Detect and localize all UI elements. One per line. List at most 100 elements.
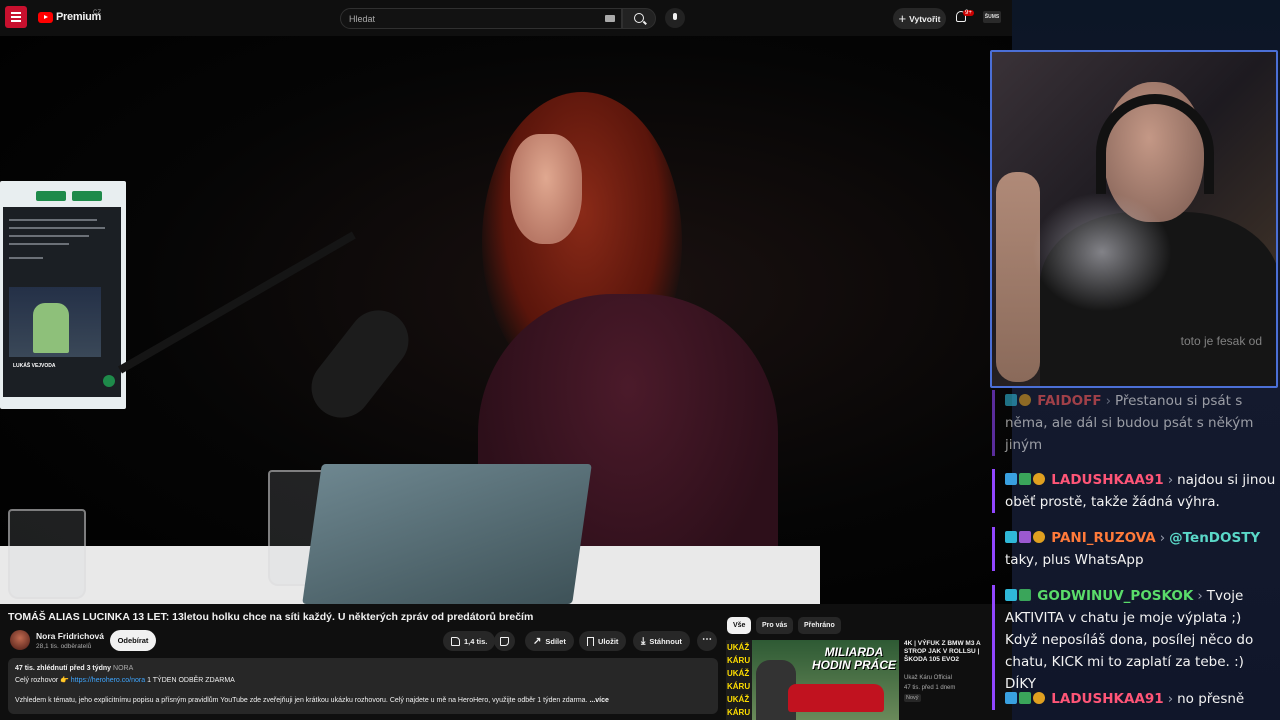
- search-button[interactable]: [622, 8, 656, 29]
- description-text: Celý rozhovor 👉: [15, 677, 71, 684]
- subscriber-count: 28,1 tis. odběratelů: [36, 643, 92, 650]
- channel-name[interactable]: Nora Fridrichová: [36, 631, 104, 641]
- create-label: Vytvořit: [909, 13, 941, 24]
- chip-all[interactable]: Vše: [727, 617, 752, 634]
- youtube-logo[interactable]: Premium: [38, 11, 101, 23]
- monitor-name: LUKÁŠ VEJVODA: [13, 363, 56, 369]
- badge-icon: [1005, 589, 1017, 601]
- water-glass: [8, 509, 86, 599]
- notification-badge: 9+: [963, 10, 974, 16]
- badge-icon: [1005, 531, 1017, 543]
- show-more-link[interactable]: ...více: [589, 697, 608, 704]
- webcam-feed: toto je fesak od: [990, 50, 1278, 388]
- recommendation-stats: 47 tis. před 1 dnem: [904, 685, 956, 691]
- thumbnail-logo-text: KÁRU: [727, 708, 751, 717]
- download-button[interactable]: ⤓ Stáhnout: [633, 631, 690, 651]
- chat-message: GODWINUV_POSKOK › Tvoje AKTIVITA v chatu j…: [992, 585, 1276, 695]
- chat-username[interactable]: GODWINUV_POSKOK: [1037, 588, 1193, 604]
- search-icon: [634, 13, 644, 23]
- monitor-person: [33, 303, 69, 353]
- description-text: Vzhledem k tématu, jeho explicitnímu pop…: [15, 697, 588, 704]
- menu-icon[interactable]: [5, 6, 27, 28]
- monitor-text-line: [9, 257, 43, 259]
- dislike-button[interactable]: [494, 631, 515, 651]
- studio-monitor: LUKÁŠ VEJVODA: [0, 181, 126, 409]
- chat-username[interactable]: PANI_RUZOVA: [1051, 530, 1155, 546]
- youtube-play-icon: [38, 11, 53, 23]
- badge-icon: [1005, 473, 1017, 485]
- vape-smoke: [1032, 192, 1172, 312]
- chat-username[interactable]: LADUSHKAA91: [1051, 472, 1163, 488]
- download-label: Stáhnout: [649, 636, 682, 646]
- subscribe-button[interactable]: Odebírat: [110, 630, 156, 651]
- chat-username[interactable]: FAIDOFF: [1037, 393, 1101, 409]
- chip-watched[interactable]: Přehráno: [798, 617, 841, 634]
- chip-for-you[interactable]: Pro vás: [756, 617, 794, 634]
- headphones-icon: [1096, 94, 1214, 194]
- recommendation-thumbnail[interactable]: UKÁŽ KÁRU UKÁŽ KÁRU UKÁŽ KÁRU MILIARDA H…: [726, 640, 899, 720]
- chat-text: no přesně: [1177, 691, 1245, 707]
- herohero-link[interactable]: https://herohero.co/nora: [71, 677, 145, 684]
- badge-icon: [1033, 473, 1045, 485]
- search-placeholder: Hledat: [349, 14, 376, 24]
- video-title: TOMÁŠ ALIAS LUCINKA 13 LET: 13letou holk…: [8, 611, 534, 623]
- channel-avatar[interactable]: [10, 630, 30, 650]
- like-button[interactable]: 1,4 tis.: [443, 631, 496, 651]
- thumbnail-car: [788, 684, 884, 712]
- chat-message: FAIDOFF › Přestanou si psát s něma, ale dá…: [992, 390, 1276, 456]
- logo-region: CZ: [93, 10, 101, 16]
- monitor-button-2: [72, 191, 102, 201]
- monitor-action-icon: [103, 375, 115, 387]
- chat-separator: ›: [1167, 472, 1174, 488]
- thumbnail-logo-text: UKÁŽ: [727, 669, 750, 678]
- video-player[interactable]: LUKÁŠ VEJVODA: [0, 36, 1012, 604]
- chat-text: taky, plus WhatsApp: [1005, 552, 1144, 568]
- chat-message: LADUSHKAA91 › najdou si jinou oběť prostě,…: [992, 469, 1276, 513]
- thumbnail-title: MILIARDA HODIN PRÁCE: [812, 645, 897, 672]
- hashtag[interactable]: NORA: [113, 665, 133, 672]
- badge-icon: [1019, 394, 1031, 406]
- save-label: Uložit: [598, 636, 619, 646]
- view-meta: 47 tis. zhlédnutí před 3 týdny NORA: [15, 665, 133, 672]
- monitor-button-1: [36, 191, 66, 201]
- thumbnail-logo-text: UKÁŽ: [727, 695, 750, 704]
- chat-message: PANI_RUZOVA › @TenDOSTY taky, plus WhatsAp…: [992, 527, 1276, 571]
- youtube-window: Premium CZ Hledat + Vytvořit 9+ ŠUMS LUK…: [0, 0, 1012, 720]
- badge-icon: [1005, 394, 1017, 406]
- badge-icon: [1019, 473, 1031, 485]
- like-count: 1,4 tis.: [464, 636, 488, 646]
- chat-separator: ›: [1167, 691, 1174, 707]
- share-button[interactable]: ↗ Sdílet: [525, 631, 574, 651]
- keyboard-icon[interactable]: [605, 15, 615, 22]
- speaker-face: [510, 134, 582, 244]
- laptop: [302, 464, 592, 604]
- search-input[interactable]: Hledat: [340, 8, 622, 29]
- plus-icon: +: [898, 11, 907, 26]
- badge-icon: [1019, 531, 1031, 543]
- recommendation-title[interactable]: 4K | VÝFUK Z BMW M3 A STROP JAK V ROLLSU…: [904, 640, 994, 664]
- webcam-overlay-text: toto je fesak od: [1180, 334, 1262, 348]
- thumbnail-logo-text: UKÁŽ: [727, 643, 750, 652]
- chat-username[interactable]: LADUSHKAA91: [1051, 691, 1163, 707]
- thumbs-down-icon: [500, 636, 509, 646]
- description-box[interactable]: 47 tis. zhlédnutí před 3 týdny NORA Celý…: [8, 658, 718, 714]
- monitor-text-line: [9, 227, 105, 229]
- share-label: Sdílet: [545, 636, 566, 646]
- chat-mention[interactable]: @TenDOSTY: [1169, 530, 1260, 546]
- chat-separator: ›: [1197, 588, 1203, 604]
- download-icon: ⤓: [641, 635, 646, 647]
- monitor-text-line: [9, 219, 97, 221]
- views-and-date: 47 tis. zhlédnutí před 3 týdny: [15, 665, 112, 672]
- save-button[interactable]: Uložit: [579, 631, 627, 651]
- description-line: Vzhledem k tématu, jeho explicitnímu pop…: [15, 697, 609, 704]
- recommendation-channel[interactable]: Ukaž Káru Official: [904, 675, 952, 681]
- monitor-text-line: [9, 235, 89, 237]
- voice-search-button[interactable]: [665, 8, 685, 28]
- badge-icon: [1019, 692, 1031, 704]
- chat-separator: ›: [1105, 393, 1111, 409]
- monitor-screen: LUKÁŠ VEJVODA: [3, 207, 121, 397]
- account-avatar[interactable]: ŠUMS: [983, 11, 1001, 23]
- more-actions-icon[interactable]: ⋯: [697, 631, 717, 651]
- badge-icon: [1033, 692, 1045, 704]
- create-button[interactable]: + Vytvořit: [893, 8, 946, 29]
